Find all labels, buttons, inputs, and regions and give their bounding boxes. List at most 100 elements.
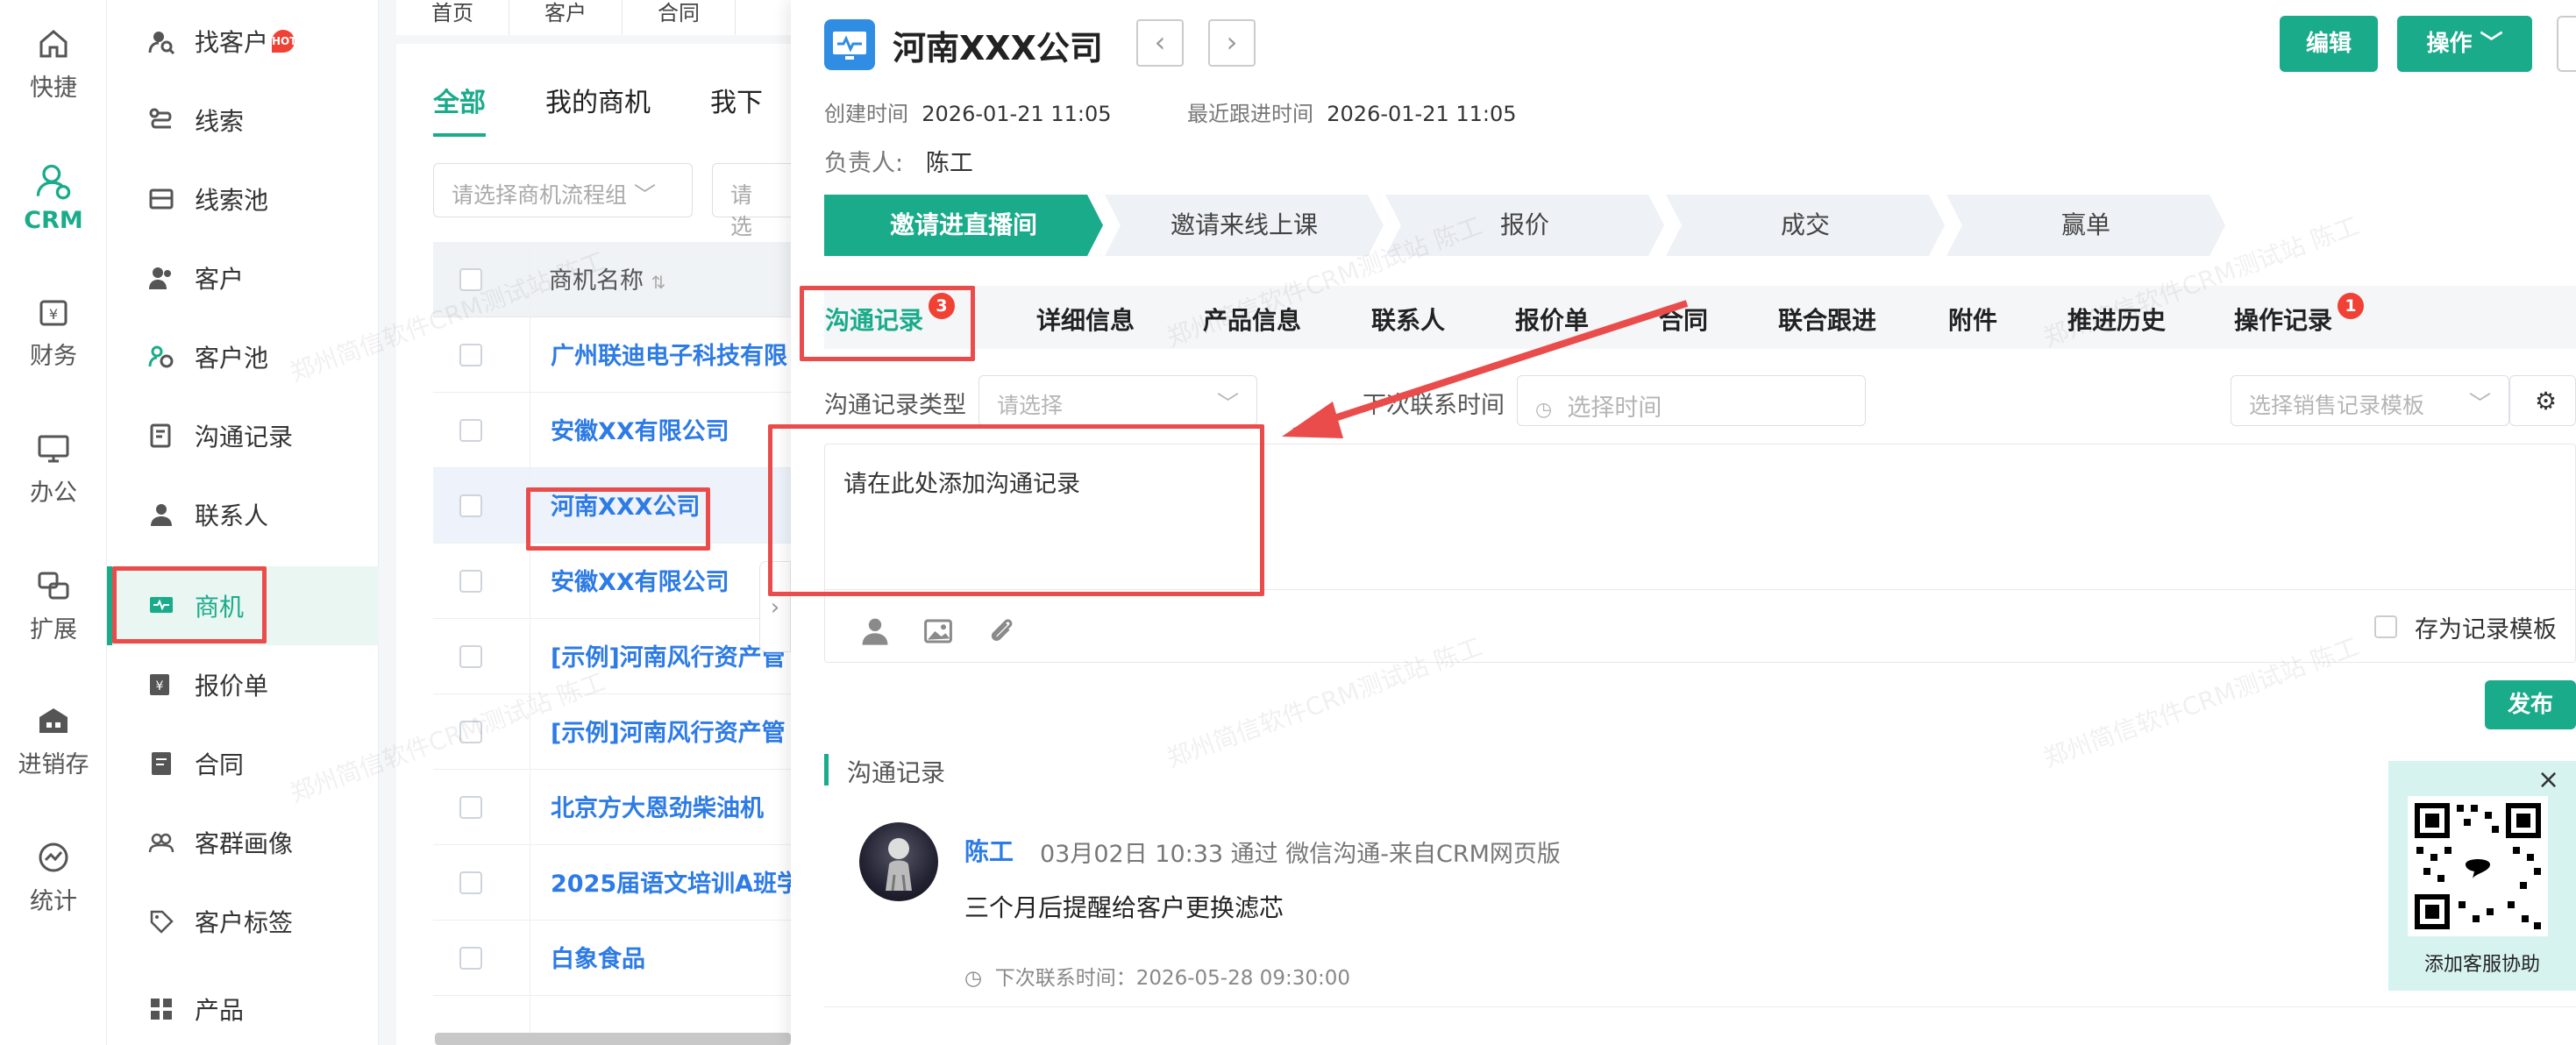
row-link[interactable]: 安徽XX有限公司 xyxy=(551,563,729,597)
stage-invite-live[interactable]: 邀请进直播间 xyxy=(824,195,1103,256)
finance-icon: ¥ xyxy=(39,300,68,326)
attachment-icon[interactable] xyxy=(986,615,1017,647)
stage-invite-class[interactable]: 邀请来线上课 xyxy=(1105,195,1384,256)
publish-button[interactable]: 发布 xyxy=(2485,680,2576,729)
next-record-button[interactable]: › xyxy=(1208,19,1256,67)
last-follow-time: 最近跟进时间 2026-01-21 11:05 xyxy=(1187,96,1517,127)
stage-deal[interactable]: 成交 xyxy=(1666,195,1945,256)
row-link[interactable]: [示例]河南风行资产管 xyxy=(551,714,786,748)
menu-item-contacts[interactable]: 联系人 xyxy=(107,475,379,554)
table-row[interactable]: 广州联迪电子科技有限 xyxy=(433,317,791,393)
record-author[interactable]: 陈工 xyxy=(964,833,1014,868)
menu-label: 客户池 xyxy=(195,344,269,373)
row-checkbox[interactable] xyxy=(459,947,482,970)
search-user-icon xyxy=(144,24,179,59)
table-row[interactable]: 2025届语文培训A班学 xyxy=(433,845,801,921)
row-checkbox[interactable] xyxy=(459,344,482,366)
menu-item-quotes[interactable]: ¥ 报价单 xyxy=(107,645,379,724)
top-tabs: 首页 客户 合同 xyxy=(396,0,791,35)
table-row[interactable]: [示例]河南风行资产管 xyxy=(433,619,791,694)
menu-item-products[interactable]: 产品 xyxy=(107,970,379,1045)
rail-item-stats[interactable]: 统计 xyxy=(0,840,107,916)
select-placeholder: 请选 xyxy=(730,182,753,239)
stage-quote[interactable]: 报价 xyxy=(1385,195,1664,256)
rail-item-inventory[interactable]: 进销存 xyxy=(0,703,107,779)
followed-label: 最近跟进时间 xyxy=(1187,102,1313,126)
top-tab-customer[interactable]: 客户 xyxy=(509,0,623,35)
row-checkbox[interactable] xyxy=(459,570,482,593)
record-template-select[interactable]: 选择销售记录模板 ﹀ xyxy=(2231,375,2509,426)
row-link[interactable]: 安徽XX有限公司 xyxy=(551,412,729,446)
mention-user-icon[interactable] xyxy=(859,615,891,647)
record-next-contact: ◷ 下次联系时间：2026-05-28 09:30:00 xyxy=(964,961,1350,991)
row-link[interactable]: 广州联迪电子科技有限 xyxy=(551,337,787,371)
rail-item-crm[interactable]: CRM xyxy=(0,161,107,234)
horizontal-scrollbar[interactable] xyxy=(435,1033,791,1045)
menu-item-customer-persona[interactable]: 客群画像 xyxy=(107,803,379,882)
top-tab-contract[interactable]: 合同 xyxy=(623,0,736,35)
second-filter-select[interactable]: 请选 xyxy=(712,163,791,239)
tab-label: 操作记录 xyxy=(2234,306,2333,335)
menu-item-customers[interactable]: 客户 xyxy=(107,238,379,317)
rail-item-extend[interactable]: 扩展 xyxy=(0,568,107,644)
actions-dropdown-button[interactable]: 操作 ﹀ xyxy=(2397,16,2532,72)
edit-button[interactable]: 编辑 xyxy=(2280,16,2378,72)
settings-button[interactable]: ⚙ xyxy=(2509,375,2576,426)
tab-joint-follow[interactable]: 联合跟进 xyxy=(1778,302,1876,337)
table-row[interactable]: 安徽XX有限公司 xyxy=(433,544,791,619)
tab-attachments[interactable]: 附件 xyxy=(1948,302,1997,337)
rail-label: 快捷 xyxy=(30,75,77,102)
select-all-checkbox[interactable] xyxy=(459,268,482,291)
row-checkbox[interactable] xyxy=(459,796,482,819)
rail-label: 统计 xyxy=(30,888,77,915)
save-as-template-checkbox[interactable] xyxy=(2374,615,2397,638)
list-tab-mine[interactable]: 我的商机 xyxy=(545,81,651,119)
prev-record-button[interactable]: ‹ xyxy=(1136,19,1184,67)
owner-value: 陈工 xyxy=(925,150,973,177)
tab-progress-history[interactable]: 推进历史 xyxy=(2067,302,2166,337)
table-row[interactable]: 北京方大恩劲柴油机 xyxy=(433,770,791,845)
created-time: 创建时间 2026-01-21 11:05 xyxy=(824,96,1112,127)
record-divider xyxy=(824,1006,2576,1007)
stage-won[interactable]: 赢单 xyxy=(1946,195,2225,256)
table-row[interactable]: 白象食品 xyxy=(433,921,791,996)
table-header: 商机名称 ⇅ xyxy=(433,242,791,317)
table-row[interactable]: 安徽XX有限公司 xyxy=(433,393,791,468)
top-tab-home[interactable]: 首页 xyxy=(396,0,509,35)
app-root: 快捷 CRM ¥ 财务 办公 扩展 进销存 统计 找客户 HOT 线索 线索池 … xyxy=(0,0,2576,1045)
tab-details[interactable]: 详细信息 xyxy=(1036,302,1135,337)
row-checkbox[interactable] xyxy=(459,419,482,442)
list-tab-sub[interactable]: 我下 xyxy=(710,81,763,119)
menu-item-customer-tags[interactable]: 客户标签 xyxy=(107,882,379,961)
row-checkbox[interactable] xyxy=(459,871,482,894)
rail-item-quick[interactable]: 快捷 xyxy=(0,26,107,103)
menu-item-comm-records[interactable]: 沟通记录 xyxy=(107,396,379,475)
list-tab-all[interactable]: 全部 xyxy=(433,81,486,119)
menu-item-customer-pool[interactable]: 客户池 xyxy=(107,317,379,396)
save-as-template-label: 存为记录模板 xyxy=(2415,616,2557,643)
close-icon[interactable]: × xyxy=(2537,764,2559,795)
menu-item-leads[interactable]: 线索 xyxy=(107,81,379,160)
rail-item-office[interactable]: 办公 xyxy=(0,431,107,508)
row-link[interactable]: 白象食品 xyxy=(551,940,645,974)
insert-image-icon[interactable] xyxy=(922,615,954,647)
row-checkbox[interactable] xyxy=(459,721,482,743)
detail-title: 河南XXX公司 xyxy=(893,29,1103,68)
column-header-name[interactable]: 商机名称 ⇅ xyxy=(549,261,665,295)
row-link[interactable]: 2025届语文培训A班学 xyxy=(551,864,801,899)
more-button[interactable] xyxy=(2557,16,2576,72)
menu-item-lead-pool[interactable]: 线索池 xyxy=(107,160,379,238)
row-link[interactable]: 北京方大恩劲柴油机 xyxy=(551,789,764,823)
rail-label: 财务 xyxy=(30,343,77,370)
table-row[interactable]: [示例]河南风行资产管 xyxy=(433,694,791,770)
row-link[interactable]: [示例]河南风行资产管 xyxy=(551,638,786,672)
row-checkbox[interactable] xyxy=(459,645,482,668)
rail-item-finance[interactable]: ¥ 财务 xyxy=(0,295,107,371)
record-type-select[interactable]: 请选择 ﹀ xyxy=(978,375,1257,426)
flow-group-select[interactable]: 请选择商机流程组 ﹀ xyxy=(433,163,693,217)
row-checkbox[interactable] xyxy=(459,494,482,517)
record-type-label: 沟通记录类型 xyxy=(824,392,966,419)
menu-item-contracts[interactable]: 合同 xyxy=(107,724,379,803)
tab-operation-log[interactable]: 操作记录 1 xyxy=(2234,293,2365,337)
menu-item-find-customer[interactable]: 找客户 HOT xyxy=(107,2,379,81)
